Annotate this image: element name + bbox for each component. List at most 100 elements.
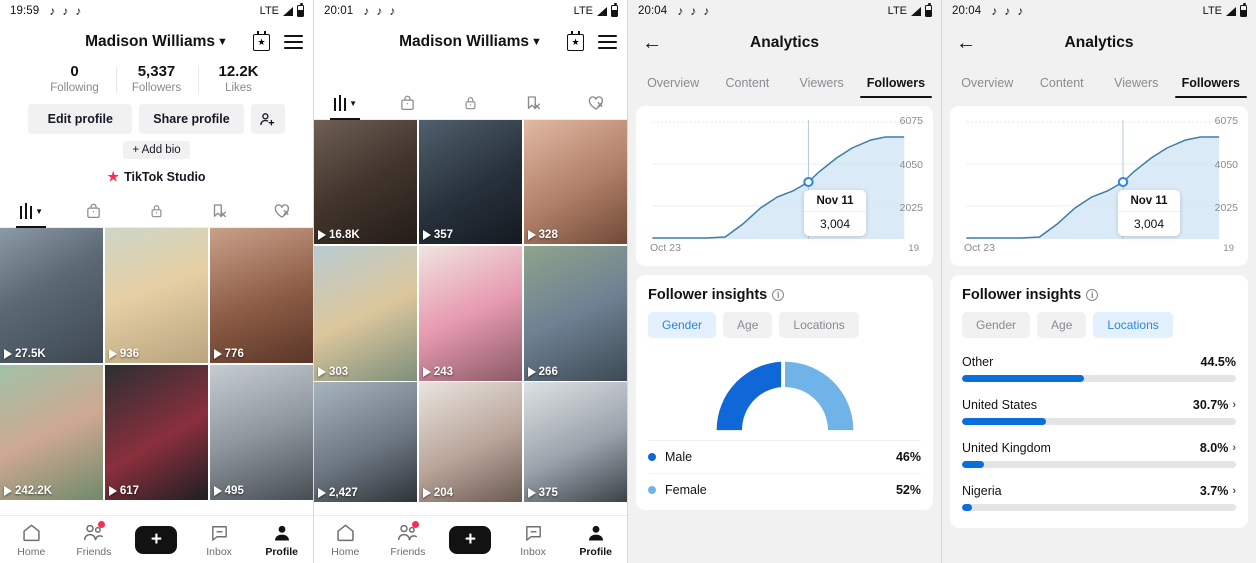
- profile-name-button[interactable]: Madison Williams ▼: [85, 33, 228, 51]
- nav-label: Home: [331, 545, 360, 558]
- legend-row-female: Female 52%: [648, 473, 921, 506]
- video-cell[interactable]: 617: [104, 364, 209, 500]
- chevron-right-icon: ›: [1232, 442, 1236, 454]
- tab-content[interactable]: Content: [1025, 76, 1100, 98]
- stat-likes[interactable]: 12.2K Likes: [197, 62, 280, 96]
- create-plus-icon[interactable]: +: [446, 525, 495, 554]
- video-cell[interactable]: 776: [209, 228, 313, 363]
- video-views: 16.8K: [318, 229, 360, 241]
- tab-viewers[interactable]: Viewers: [785, 76, 859, 98]
- nav-label: Friends: [390, 545, 426, 558]
- video-cell[interactable]: 495: [209, 364, 313, 500]
- calendar-star-icon[interactable]: ★: [253, 30, 270, 51]
- nav-inbox[interactable]: Inbox: [188, 522, 251, 558]
- stat-followers[interactable]: 5,337 Followers: [115, 62, 198, 96]
- segment-age[interactable]: Age: [723, 312, 773, 338]
- video-cell[interactable]: 375: [523, 382, 627, 502]
- tab-liked[interactable]: [250, 195, 313, 227]
- panel-analytics-locations: 20:04 ♪ ♪ ♪ LTE ← Analytics Overview Con…: [942, 0, 1256, 563]
- video-cell[interactable]: 266: [523, 245, 627, 381]
- chevron-right-icon: ›: [1232, 399, 1236, 411]
- tab-viewers[interactable]: Viewers: [1099, 76, 1174, 98]
- video-cell[interactable]: 242.2K: [0, 364, 104, 500]
- insights-segment-control: Gender Age Locations: [962, 312, 1236, 338]
- video-cell[interactable]: 2,427: [314, 382, 418, 502]
- play-icon: [527, 366, 536, 377]
- views-count: 16.8K: [329, 229, 360, 241]
- video-cell[interactable]: 243: [418, 245, 523, 381]
- add-person-icon[interactable]: [250, 104, 285, 134]
- video-cell[interactable]: 936: [104, 228, 209, 363]
- tab-shop[interactable]: [63, 195, 126, 227]
- nav-inbox[interactable]: Inbox: [502, 522, 565, 558]
- back-arrow-icon[interactable]: ←: [956, 33, 976, 53]
- nav-create[interactable]: +: [125, 525, 188, 554]
- video-cell[interactable]: 27.5K: [0, 228, 104, 363]
- location-row[interactable]: Nigeria 3.7% ›: [962, 481, 1236, 511]
- donut-slice-female: [784, 361, 853, 431]
- nav-label: Profile: [579, 545, 613, 558]
- tab-overview[interactable]: Overview: [950, 76, 1025, 98]
- play-icon: [318, 366, 326, 377]
- video-cell[interactable]: 328: [523, 120, 627, 244]
- status-time: 20:04: [952, 5, 982, 17]
- tab-private[interactable]: [439, 87, 502, 119]
- location-name: Nigeria: [962, 484, 1002, 498]
- share-profile-button[interactable]: Share profile: [139, 104, 244, 134]
- tab-liked[interactable]: [564, 87, 627, 119]
- nav-friends[interactable]: Friends: [63, 520, 126, 558]
- tiktok-note-icon: ♪: [363, 4, 370, 18]
- location-row[interactable]: United States 30.7% ›: [962, 395, 1236, 425]
- location-header: United States 30.7% ›: [962, 398, 1236, 412]
- nav-create[interactable]: +: [439, 525, 502, 554]
- segment-locations[interactable]: Locations: [1093, 312, 1173, 338]
- views-count: 303: [329, 365, 349, 378]
- video-cell[interactable]: 204: [418, 382, 523, 502]
- tiktok-studio-link[interactable]: ★ TikTok Studio: [0, 169, 313, 185]
- tab-content[interactable]: Content: [710, 76, 784, 98]
- segment-gender[interactable]: Gender: [648, 312, 717, 338]
- tab-followers[interactable]: Followers: [859, 76, 933, 98]
- nav-label: Friends: [76, 545, 112, 558]
- views-count: 266: [538, 365, 558, 378]
- segment-locations[interactable]: Locations: [779, 312, 859, 338]
- tab-shop[interactable]: [377, 87, 440, 119]
- tab-private[interactable]: [125, 195, 188, 227]
- tab-posts-grid[interactable]: ▼: [314, 87, 377, 119]
- segment-gender[interactable]: Gender: [962, 312, 1031, 338]
- tab-posts-grid[interactable]: ▼: [0, 195, 63, 227]
- hamburger-menu-icon[interactable]: [598, 35, 617, 49]
- info-icon[interactable]: i: [1086, 289, 1099, 301]
- stat-following[interactable]: 0 Following: [34, 62, 116, 96]
- tab-reposts[interactable]: [188, 195, 251, 227]
- status-notification-icons: ♪ ♪ ♪: [363, 5, 395, 17]
- nav-home[interactable]: Home: [0, 522, 63, 558]
- nav-profile[interactable]: Profile: [250, 522, 313, 558]
- video-cell[interactable]: 16.8K: [314, 120, 418, 244]
- location-row[interactable]: United Kingdom 8.0% ›: [962, 438, 1236, 468]
- gender-donut-chart: [648, 352, 921, 434]
- info-icon[interactable]: i: [772, 289, 785, 301]
- tab-followers[interactable]: Followers: [1174, 76, 1249, 98]
- hamburger-menu-icon[interactable]: [284, 35, 303, 49]
- add-bio-button[interactable]: + Add bio: [123, 141, 190, 159]
- segment-age[interactable]: Age: [1037, 312, 1087, 338]
- video-cell[interactable]: 357: [418, 120, 523, 244]
- tab-reposts[interactable]: [502, 87, 565, 119]
- play-icon: [422, 488, 431, 498]
- video-cell[interactable]: 303: [314, 245, 418, 381]
- nav-profile[interactable]: Profile: [564, 522, 627, 558]
- create-plus-icon[interactable]: +: [132, 525, 181, 554]
- profile-name-button[interactable]: Madison Williams ▼: [399, 33, 542, 51]
- follower-growth-chart[interactable]: 6075 4050 2025 Oct 23 19 Nov 11 3,004: [958, 112, 1240, 262]
- nav-friends[interactable]: Friends: [377, 520, 440, 558]
- back-arrow-icon[interactable]: ←: [642, 33, 662, 53]
- edit-profile-button[interactable]: Edit profile: [28, 104, 133, 134]
- play-icon: [318, 488, 326, 498]
- nav-home[interactable]: Home: [314, 522, 377, 558]
- follower-insights-card: Follower insights i Gender Age Locations…: [950, 275, 1248, 528]
- video-views: 776: [213, 348, 244, 360]
- calendar-star-icon[interactable]: ★: [567, 30, 584, 51]
- tab-overview[interactable]: Overview: [636, 76, 710, 98]
- follower-growth-chart[interactable]: 6075 4050 2025 Oct 23 19 Nov 11 3,004: [644, 112, 925, 262]
